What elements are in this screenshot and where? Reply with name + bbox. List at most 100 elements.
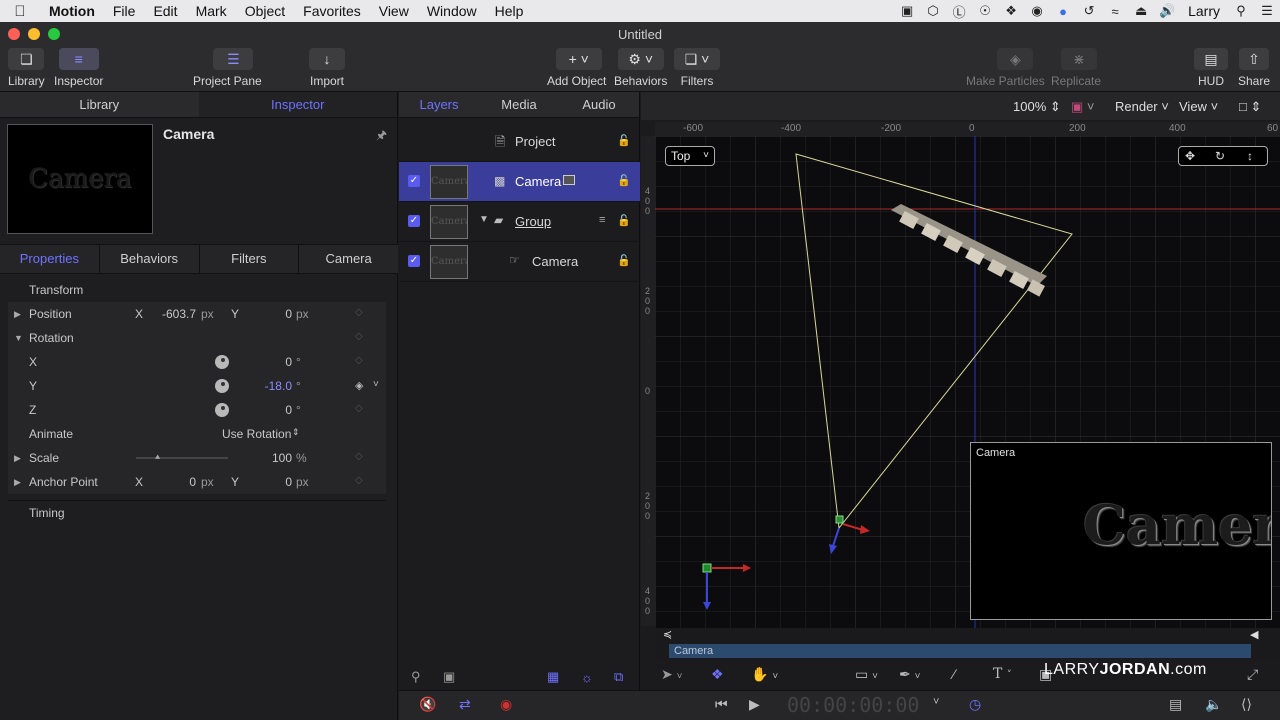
paint-stroke-icon[interactable]: ∕ [953,666,955,682]
filters-button[interactable]: ❏ ˅ Filters [674,48,720,88]
lock-icon[interactable]: 🔓 [617,174,631,187]
lock-icon[interactable]: 🔓 [617,134,631,147]
disclosure-triangle-expanded-icon[interactable]: ▼ [479,214,489,225]
menu-object[interactable]: Object [236,3,294,19]
tab-properties[interactable]: Properties [0,245,100,273]
thumbnail-toggle-icon[interactable]: ▣ [443,669,455,685]
zoom-popup[interactable]: 100% ⇕ [1013,99,1061,115]
canvas-viewport[interactable]: Top ˅ ✥ ↻ ↕ Camera Camera [655,136,1280,628]
record-icon[interactable]: ◉ [500,696,512,713]
layer-row-camera[interactable]: ✓ Camera ▩ Camera 🔓 [399,162,640,202]
layer-checkbox[interactable]: ✓ [408,215,420,227]
keyframe-icon[interactable]: ◇ [355,331,363,342]
playhead-start-icon[interactable]: ≼ [663,628,672,641]
keyframe-icon[interactable]: ◇ [355,475,363,486]
menu-list-icon[interactable]: ☰ [1254,3,1280,19]
add-object-button[interactable]: + ˅ Add Object [547,48,606,88]
disclosure-triangle-icon[interactable]: ▶ [14,477,21,488]
volume-icon[interactable]: 🔈 [1205,696,1222,713]
scale-slider-track[interactable] [136,457,228,459]
lock-icon[interactable]: 🔓 [617,214,631,227]
timing-display-icon[interactable]: ◷ [969,696,981,713]
color-channel-icon[interactable]: ▣ ˅ [1071,99,1095,115]
camera-status-icon[interactable]: ▣ [894,3,920,19]
scale-slider-thumb[interactable]: ⯅ [154,452,161,463]
tab-behaviors[interactable]: Behaviors [100,245,200,273]
play-icon[interactable]: ▶ [749,696,760,713]
circle-status-icon[interactable]: ◉ [1024,3,1050,19]
dolly-camera-icon[interactable]: ↕ [1247,147,1253,165]
keyframe-icon[interactable]: ◇ [355,403,363,414]
timing-row[interactable]: Timing [8,500,386,524]
search-icon[interactable]: ⚲ [1228,3,1254,19]
color-circle-icon[interactable]: ● [1050,4,1076,19]
keyframe-icon[interactable]: ◇ [355,451,363,462]
tab-layers[interactable]: Layers [399,92,479,117]
library-button[interactable]: ❏ Library [8,48,45,88]
apple-menu-icon[interactable]:  [0,3,40,20]
menu-window[interactable]: Window [418,3,486,19]
creative-cloud-icon[interactable]: ☉ [972,3,998,19]
layer-checkbox[interactable]: ✓ [408,255,420,267]
rotation-y-field[interactable]: -18.0 [258,379,292,393]
menu-edit[interactable]: Edit [144,3,186,19]
hud-button[interactable]: ▤ HUD [1194,48,1228,88]
inspector-button[interactable]: ≡ Inspector [54,48,103,88]
volume-icon[interactable]: 🔊 [1154,3,1180,19]
pin-icon[interactable]: 🖈 [376,126,387,147]
layer-checkbox[interactable]: ✓ [408,175,420,187]
timecode-display[interactable]: 00:00:00:00 [787,693,919,717]
tab-audio[interactable]: Audio [559,92,639,117]
eject-icon[interactable]: ⏏ [1128,3,1154,19]
rectangle-tool-icon[interactable]: ▭ ˅ [855,666,878,683]
lock-icon[interactable]: 🔓 [617,254,631,267]
project-pane-button[interactable]: ☰ Project Pane [193,48,262,88]
dropbox-icon[interactable]: ❖ [998,3,1024,19]
position-x-field[interactable]: -603.7 [158,307,196,321]
text-tool-icon[interactable]: T ˅ [993,666,1012,682]
add-keyframe-icon[interactable]: ◈ [355,379,363,392]
make-particles-button[interactable]: ◈ Make Particles [966,48,1045,88]
search-icon[interactable]: ⚲ [411,669,421,685]
mini-timeline[interactable]: ≼ ◀ Camera [655,628,1280,658]
hand-icon[interactable]: ✋ ˅ [751,666,778,683]
rotation-z-dial[interactable] [215,403,229,417]
menu-view[interactable]: View [370,3,418,19]
chevron-down-icon[interactable]: ˅ [373,379,379,390]
camera-view-popup[interactable]: Top ˅ [665,146,715,166]
pan-camera-icon[interactable]: ✥ [1185,147,1195,165]
rotation-x-field[interactable]: 0 [258,355,292,369]
tab-filters[interactable]: Filters [200,245,300,273]
sun-icon[interactable]: ☼ [581,670,593,685]
tab-library[interactable]: Library [0,92,199,117]
keyframe-icon[interactable]: ◇ [355,307,363,318]
bezier-tool-icon[interactable]: ✒ ˅ [899,666,920,683]
timeline-clip[interactable]: Camera [669,644,1251,658]
menu-favorites[interactable]: Favorites [294,3,370,19]
loop-playback-icon[interactable]: ⇄ [459,696,471,713]
render-popup[interactable]: Render ˅ [1115,99,1169,114]
disclosure-triangle-icon[interactable]: ▶ [14,309,21,320]
tab-camera[interactable]: Camera [299,245,398,273]
anchor-x-field[interactable]: 0 [158,475,196,489]
s-status-icon[interactable]: Ⓛ [946,2,972,21]
mute-audio-icon[interactable]: 🔇 [419,696,436,713]
wifi-icon[interactable]: ≈ [1102,4,1128,19]
expand-icon[interactable]: ⤢ [1247,666,1258,683]
user-name[interactable]: Larry [1180,3,1228,19]
menu-app[interactable]: Motion [40,3,104,19]
tab-media[interactable]: Media [479,92,559,117]
film-strip-icon[interactable]: ▤ [1169,696,1182,713]
select-arrow-icon[interactable]: ➤ ˅ [661,666,682,683]
cube-status-icon[interactable]: ⬡ [920,3,946,19]
menu-help[interactable]: Help [486,3,533,19]
layout-popup-icon[interactable]: □ ⇕ [1239,99,1261,115]
import-button[interactable]: ↓ Import [309,48,345,88]
checkerboard-icon[interactable]: ▦ [547,669,559,685]
animate-popup[interactable]: Use Rotation [222,427,291,441]
layer-row-group[interactable]: ✓ Camera ▼ ▰ Group ≡ 🔓 [399,202,640,242]
behaviors-button[interactable]: ⚙ ˅ Behaviors [614,48,667,88]
tab-inspector[interactable]: Inspector [198,92,397,117]
go-to-start-icon[interactable]: ⏮ [715,696,728,713]
rotation-z-field[interactable]: 0 [258,403,292,417]
